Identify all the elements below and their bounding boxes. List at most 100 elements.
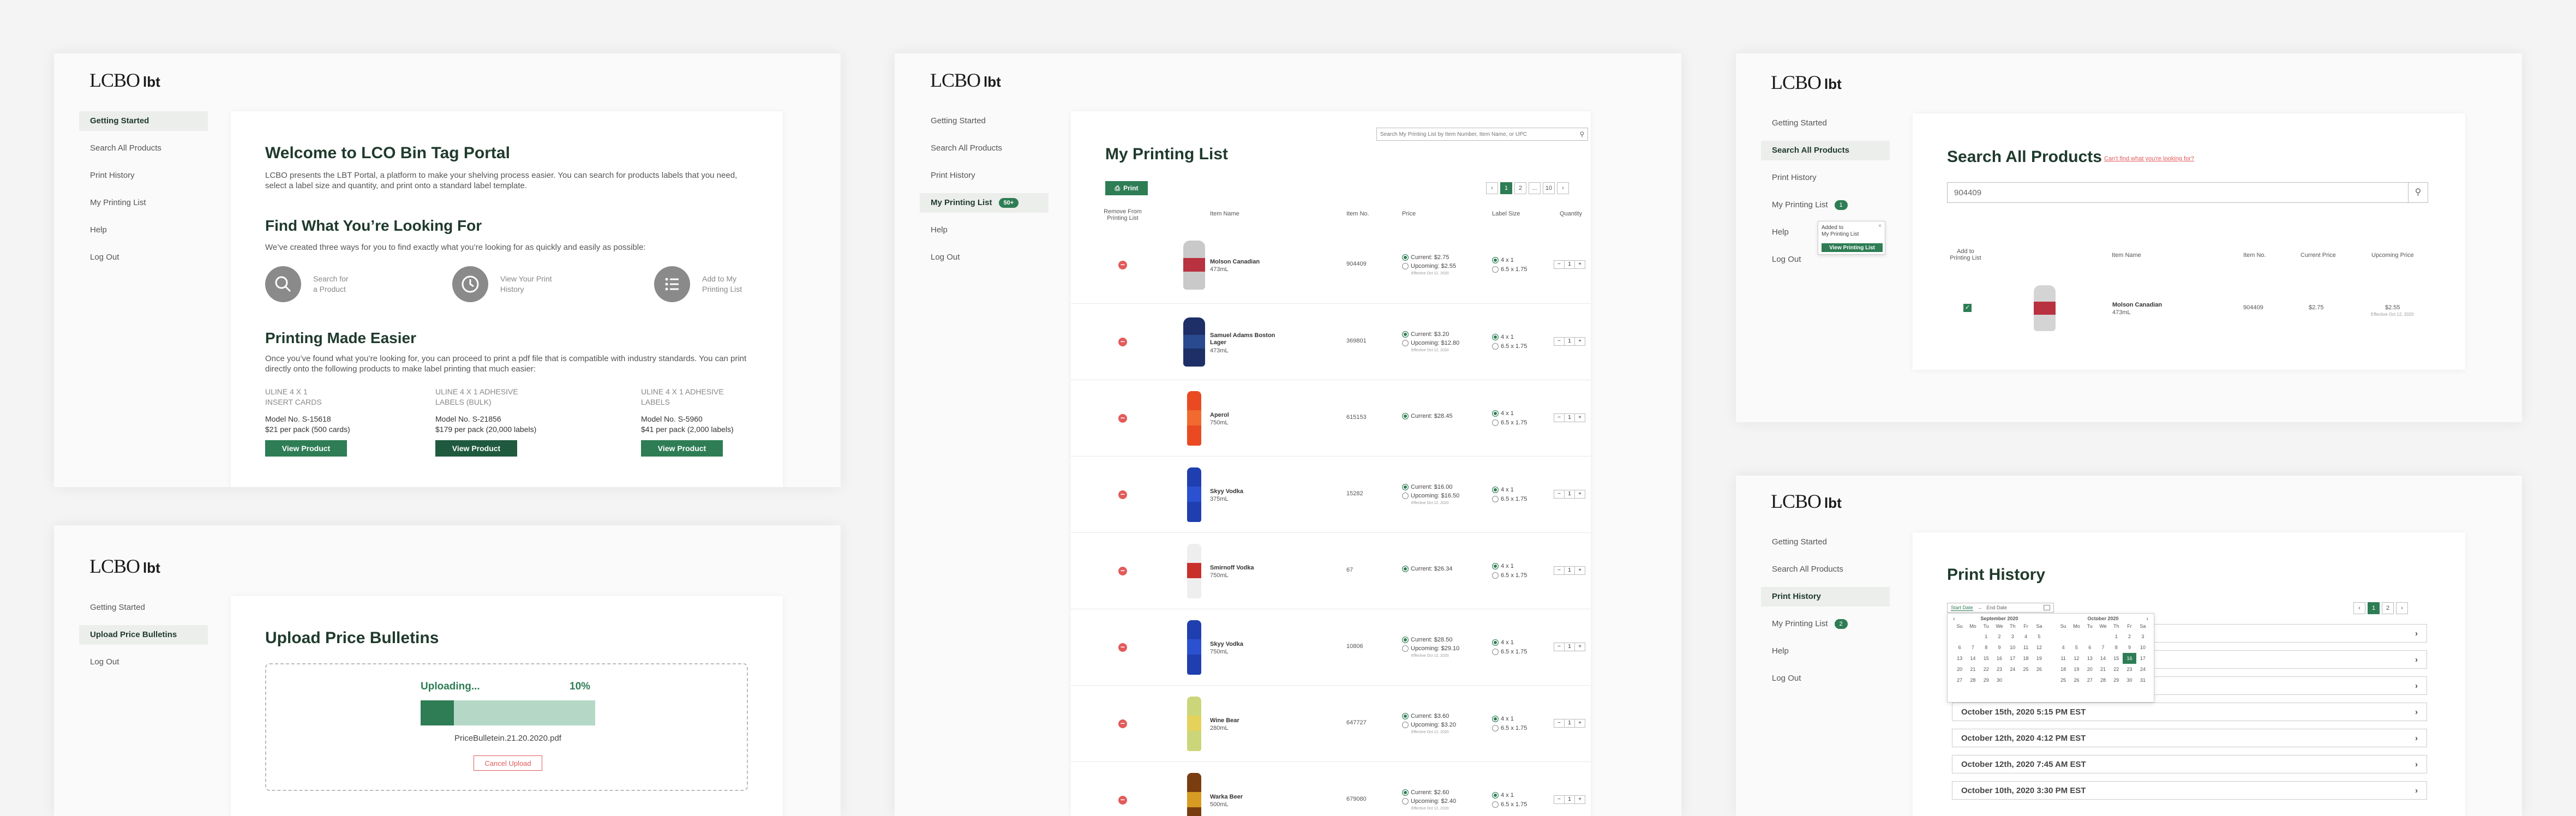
- price-current[interactable]: Current: $2.60: [1402, 789, 1449, 796]
- history-row[interactable]: October 12th, 2020 4:12 PM EST ›: [1952, 729, 2427, 747]
- day-cell[interactable]: 17: [2136, 653, 2149, 664]
- list-search-input[interactable]: [1377, 131, 1577, 137]
- quantity-stepper[interactable]: −1 +: [1554, 337, 1585, 346]
- size-radio[interactable]: [1492, 572, 1499, 579]
- day-cell[interactable]: 3: [2136, 631, 2149, 642]
- prev-page[interactable]: ‹: [1486, 182, 1498, 194]
- plus-button[interactable]: +: [1575, 796, 1585, 803]
- day-cell[interactable]: 8: [2110, 642, 2123, 653]
- quantity-value[interactable]: 1: [1565, 338, 1575, 345]
- remove-button[interactable]: −: [1118, 490, 1127, 499]
- sidebar-item-print-history[interactable]: Print History: [1761, 587, 1890, 607]
- view-printing-list-button[interactable]: View Printing List: [1822, 243, 1883, 252]
- remove-button[interactable]: −: [1118, 567, 1127, 575]
- lcbo-logo[interactable]: LCBO lbt: [89, 555, 160, 578]
- day-cell[interactable]: 8: [1980, 642, 1993, 653]
- day-cell[interactable]: 30: [2123, 675, 2136, 686]
- label-size-4x1[interactable]: 4 x 1: [1492, 257, 1514, 264]
- end-date[interactable]: End Date: [1987, 605, 2008, 610]
- day-cell[interactable]: 15: [2110, 653, 2123, 664]
- day-cell[interactable]: 27: [1953, 675, 1966, 686]
- plus-button[interactable]: +: [1575, 414, 1585, 422]
- size-radio[interactable]: [1492, 334, 1499, 341]
- price-current[interactable]: Current: $3.20: [1402, 331, 1449, 338]
- label-size-6x1[interactable]: 6.5 x 1.75: [1492, 572, 1527, 579]
- day-cell[interactable]: 6: [2083, 642, 2096, 653]
- sidebar-item-print-history[interactable]: Print History: [79, 166, 208, 185]
- day-cell[interactable]: 25: [2019, 664, 2032, 675]
- quantity-value[interactable]: 1: [1565, 719, 1575, 727]
- price-current[interactable]: Current: $26.34: [1402, 566, 1452, 573]
- page-2[interactable]: 2: [2382, 602, 2394, 614]
- label-size-4x1[interactable]: 4 x 1: [1492, 639, 1514, 646]
- sidebar-item-printing-list[interactable]: My Printing List 1: [1761, 195, 1890, 215]
- remove-button[interactable]: −: [1118, 719, 1127, 728]
- size-radio[interactable]: [1492, 563, 1499, 570]
- day-cell[interactable]: 28: [1966, 675, 1979, 686]
- view-product-button[interactable]: View Product: [435, 440, 517, 457]
- day-cell[interactable]: 7: [1966, 642, 1979, 653]
- sidebar-item-printing-list[interactable]: My Printing List: [79, 193, 208, 213]
- remove-button[interactable]: −: [1118, 796, 1127, 805]
- size-radio[interactable]: [1492, 343, 1499, 350]
- size-radio[interactable]: [1492, 257, 1499, 264]
- label-size-6x1[interactable]: 6.5 x 1.75: [1492, 801, 1527, 808]
- sidebar-item-help[interactable]: Help: [920, 220, 1049, 240]
- date-picker[interactable]: ‹ › September 2020 Su Mo Tu We Th Fr Sa 1 2 3 4 5 6 7 8…: [1947, 613, 2154, 703]
- lcbo-logo[interactable]: LCBO lbt: [89, 69, 160, 92]
- list-search[interactable]: ⚲: [1376, 128, 1588, 141]
- remove-button[interactable]: −: [1118, 643, 1127, 652]
- next-page[interactable]: ›: [1557, 182, 1569, 194]
- sidebar-item-getting-started[interactable]: Getting Started: [79, 111, 208, 131]
- label-size-6x1[interactable]: 6.5 x 1.75: [1492, 343, 1527, 350]
- day-cell[interactable]: 26: [2033, 664, 2046, 675]
- sidebar-item-logout[interactable]: Log Out: [79, 652, 208, 672]
- search-box[interactable]: ⚲: [1947, 182, 2428, 203]
- day-cell[interactable]: 23: [2123, 664, 2136, 675]
- quantity-value[interactable]: 1: [1565, 490, 1575, 498]
- sidebar-item-help[interactable]: Help: [1761, 641, 1890, 661]
- next-page[interactable]: ›: [2396, 602, 2408, 614]
- price-radio[interactable]: [1402, 331, 1409, 338]
- day-cell[interactable]: 23: [1993, 664, 2006, 675]
- day-cell[interactable]: 19: [2033, 653, 2046, 664]
- day-cell[interactable]: 29: [1980, 675, 1993, 686]
- cancel-upload-button[interactable]: Cancel Upload: [474, 755, 542, 771]
- sidebar-item-getting-started[interactable]: Getting Started: [920, 111, 1049, 131]
- remove-button[interactable]: −: [1118, 414, 1127, 423]
- price-radio[interactable]: [1402, 484, 1409, 491]
- history-row[interactable]: October 12th, 2020 7:45 AM EST ›: [1952, 755, 2427, 773]
- print-button[interactable]: ⎙ Print: [1105, 181, 1148, 195]
- price-current[interactable]: Current: $16.00: [1402, 484, 1452, 491]
- minus-button[interactable]: −: [1554, 796, 1565, 803]
- quantity-stepper[interactable]: −1 +: [1554, 719, 1585, 728]
- prev-page[interactable]: ‹: [2353, 602, 2365, 614]
- sidebar-item-logout[interactable]: Log Out: [79, 248, 208, 267]
- day-cell[interactable]: 19: [2070, 664, 2083, 675]
- price-radio[interactable]: [1402, 789, 1409, 796]
- search-input[interactable]: [1948, 188, 2408, 197]
- sidebar-item-help[interactable]: Help: [79, 220, 208, 240]
- day-cell[interactable]: 27: [2083, 675, 2096, 686]
- size-radio[interactable]: [1492, 725, 1499, 732]
- sidebar-item-printing-list[interactable]: My Printing List 2: [1761, 614, 1890, 634]
- day-cell[interactable]: 10: [2006, 642, 2019, 653]
- day-cell[interactable]: 2: [1993, 631, 2006, 642]
- day-cell[interactable]: 18: [2019, 653, 2032, 664]
- sidebar-item-printing-list[interactable]: My Printing List 50+: [920, 193, 1049, 213]
- day-cell[interactable]: 26: [2070, 675, 2083, 686]
- label-size-6x1[interactable]: 6.5 x 1.75: [1492, 496, 1527, 503]
- plus-button[interactable]: +: [1575, 338, 1585, 345]
- label-size-6x1[interactable]: 6.5 x 1.75: [1492, 725, 1527, 732]
- price-radio[interactable]: [1402, 493, 1409, 500]
- day-cell[interactable]: 6: [1953, 642, 1966, 653]
- quantity-value[interactable]: 1: [1565, 796, 1575, 803]
- price-radio[interactable]: [1402, 713, 1409, 720]
- view-product-button[interactable]: View Product: [641, 440, 723, 457]
- start-date[interactable]: Start Date: [1951, 605, 1973, 611]
- day-cell[interactable]: 18: [2057, 664, 2070, 675]
- day-cell[interactable]: 28: [2096, 675, 2110, 686]
- view-product-button[interactable]: View Product: [265, 440, 347, 457]
- day-cell[interactable]: 17: [2006, 653, 2019, 664]
- minus-button[interactable]: −: [1554, 338, 1565, 345]
